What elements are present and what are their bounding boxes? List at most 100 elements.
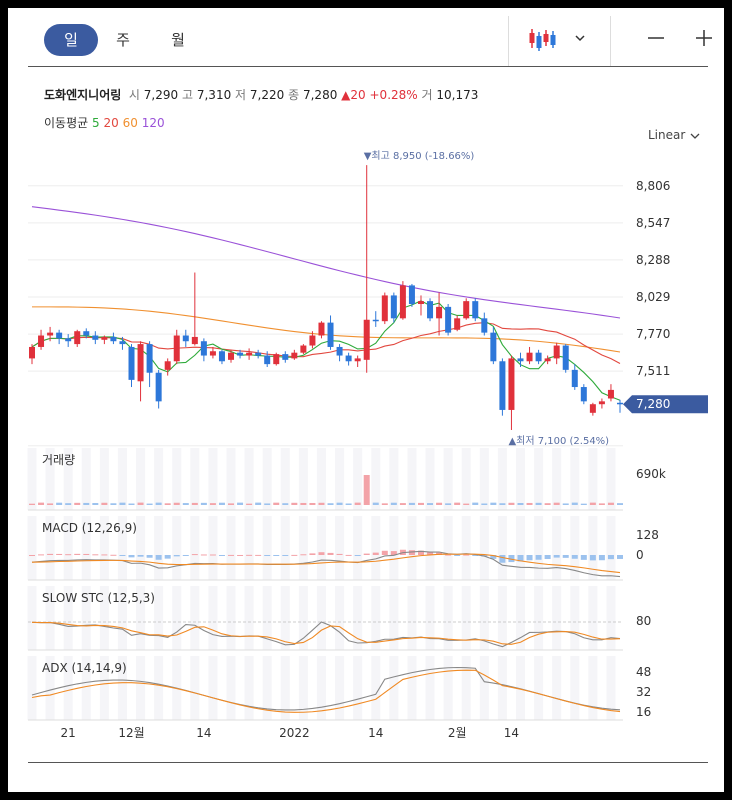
macd-panel-band [479, 516, 489, 580]
price-chart[interactable]: 8,806 8,547 8,288 8,029 7,770 7,511 ▼최고 8,950 … [8, 8, 724, 758]
candle-body [580, 387, 587, 402]
adx-panel-band [407, 656, 417, 720]
volume-panel-band [136, 448, 146, 510]
macd-histogram-bar [607, 555, 614, 560]
candle-body [173, 335, 180, 362]
candle-body [128, 346, 135, 380]
volume-panel-band [81, 448, 91, 510]
adx-panel-band [353, 656, 363, 720]
macd-histogram-bar [309, 553, 316, 555]
macd-histogram-bar [571, 555, 578, 559]
candle-body [490, 332, 497, 362]
volume-bar [327, 503, 334, 505]
candle [508, 355, 515, 430]
macd-histogram-bar [454, 555, 461, 556]
volume-bar [83, 502, 90, 505]
macd-panel-band [226, 516, 236, 580]
candle [38, 329, 45, 350]
candle-body [92, 335, 99, 340]
candle-body [408, 285, 415, 305]
macd-panel-band [154, 516, 164, 580]
candle [607, 384, 614, 402]
adx-panel-band [497, 656, 507, 720]
candle-body [282, 354, 289, 360]
volume-bar [191, 502, 198, 505]
volume-bar [580, 503, 587, 505]
stoch-panel-band [552, 586, 562, 650]
price-tick-label: 8,547 [636, 216, 670, 230]
volume-panel-band [588, 448, 598, 510]
candle-body [300, 345, 307, 353]
candle-body [571, 369, 578, 388]
candle-body [445, 306, 452, 333]
macd-panel-band [298, 516, 308, 580]
macd-histogram-bar [65, 554, 72, 556]
x-tick-label: 12월 [118, 726, 144, 740]
volume-bar [508, 502, 515, 505]
macd-panel-band [443, 516, 453, 580]
macd-histogram-bar [553, 555, 560, 558]
candle-body [191, 336, 198, 345]
adx-tick-label: 32 [636, 685, 651, 699]
candle-body [273, 354, 280, 365]
volume-bar [101, 502, 108, 505]
macd-panel-band [353, 516, 363, 580]
x-tick-label: 21 [61, 726, 76, 740]
ma5-line [31, 300, 621, 401]
candle [300, 344, 307, 355]
macd-histogram-bar [291, 554, 298, 556]
candle [408, 283, 415, 307]
macd-histogram-bar [372, 552, 379, 555]
volume-panel-band [99, 448, 109, 510]
macd-histogram-bar [381, 550, 388, 555]
stoch-panel-band [588, 586, 598, 650]
adx-panel-band [588, 656, 598, 720]
volume-panel-band [479, 448, 489, 510]
volume-bar [417, 502, 424, 505]
volume-bar [544, 503, 551, 505]
volume-bar [345, 503, 352, 505]
macd-histogram-bar [200, 554, 207, 556]
candle-body [427, 301, 434, 319]
volume-panel-band [27, 448, 37, 510]
chart-widget: 일 주 월 도화엔지니어링 시 7,290 고 7,310 저 7,220 종 [8, 8, 724, 792]
volume-bar [155, 502, 162, 505]
volume-bar [499, 503, 506, 505]
adx-panel-band [226, 656, 236, 720]
stoch-panel-band [606, 586, 616, 650]
candle [535, 349, 542, 365]
adx-panel-band [27, 656, 37, 720]
volume-bar [390, 502, 397, 505]
volume-bar [363, 475, 370, 505]
stoch-panel-band [316, 586, 326, 650]
volume-bar [535, 502, 542, 505]
candle [191, 272, 198, 346]
macd-histogram-bar [327, 552, 334, 555]
candle-body [255, 352, 262, 356]
volume-bar [56, 502, 63, 505]
volume-bar [228, 503, 235, 505]
adx-panel-band [479, 656, 489, 720]
adx-panel-band [552, 656, 562, 720]
volume-bar [436, 502, 443, 505]
volume-panel-band [353, 448, 363, 510]
macd-histogram-bar [318, 552, 325, 555]
candle-body [246, 352, 253, 356]
macd-panel-band [371, 516, 381, 580]
volume-panel-title: 거래량 [42, 453, 75, 467]
volume-bar [598, 503, 605, 505]
volume-bar [146, 503, 153, 505]
macd-panel-band [262, 516, 272, 580]
candle-body [607, 389, 614, 399]
adx-panel-band [425, 656, 435, 720]
volume-bar [617, 503, 623, 505]
candle [200, 338, 207, 362]
volume-bar [318, 502, 325, 505]
volume-panel-band [443, 448, 453, 510]
volume-bar [65, 503, 72, 505]
volume-bar [571, 502, 578, 505]
stoch-panel-band [190, 586, 200, 650]
volume-bar [399, 503, 406, 505]
volume-panel-band [280, 448, 290, 510]
candle [146, 341, 153, 388]
